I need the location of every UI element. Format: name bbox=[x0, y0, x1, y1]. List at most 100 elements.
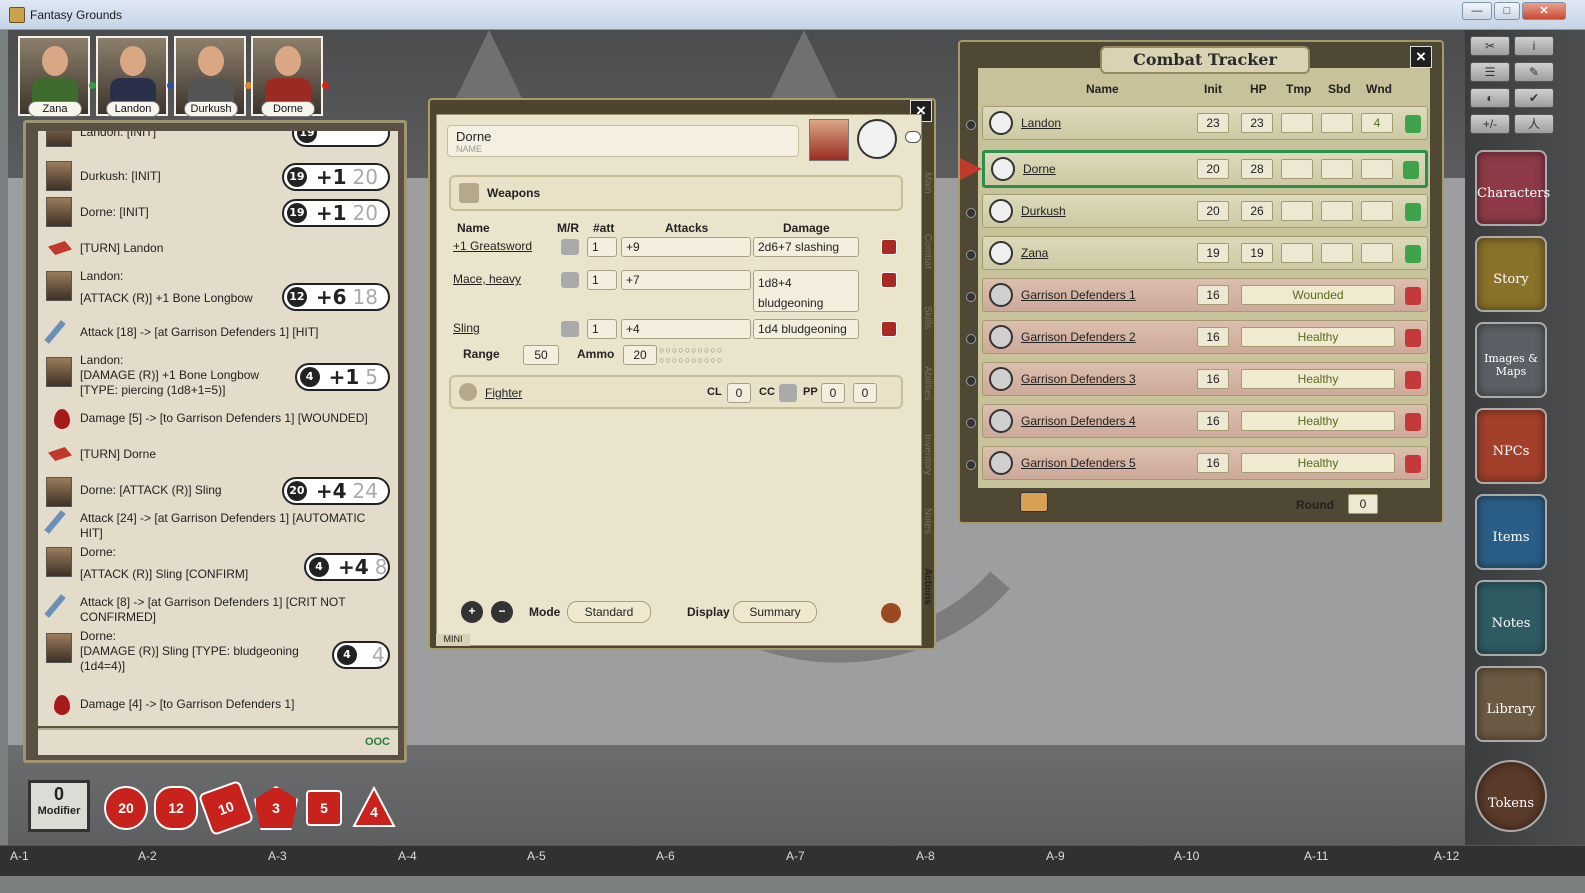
chat-log[interactable]: Landon: [INIT] 19 Durkush: [INIT] 19 +1 20… bbox=[38, 131, 398, 726]
items-button[interactable]: Items bbox=[1475, 494, 1547, 570]
edit-icon[interactable] bbox=[881, 603, 901, 623]
weapon-name[interactable]: Sling bbox=[453, 321, 480, 335]
tokens-button[interactable]: Tokens bbox=[1475, 760, 1547, 832]
ooc-toggle[interactable]: OOC bbox=[365, 736, 390, 748]
wnd-field[interactable] bbox=[1361, 159, 1393, 179]
portrait-zana[interactable]: Zana bbox=[18, 36, 96, 117]
melee-icon[interactable] bbox=[561, 239, 579, 255]
tracker-row-npc[interactable]: Garrison Defenders 2 16 Healthy bbox=[982, 320, 1428, 354]
weapons-section-header[interactable]: Weapons bbox=[449, 175, 903, 211]
tool-button[interactable]: ✎ bbox=[1514, 62, 1554, 82]
sheet-portrait[interactable] bbox=[809, 119, 849, 161]
tool-button[interactable]: ✂ bbox=[1470, 36, 1510, 56]
pp-field[interactable]: 0 bbox=[821, 383, 845, 403]
npcs-button[interactable]: NPCs bbox=[1475, 408, 1547, 484]
character-name-field[interactable]: Dorne NAME bbox=[447, 125, 799, 157]
display-selector[interactable]: Summary bbox=[733, 601, 817, 623]
d4-die-icon[interactable]: 4 bbox=[352, 785, 396, 830]
minimize-button[interactable]: — bbox=[1462, 2, 1492, 20]
attack-bonus-field[interactable]: +7 bbox=[621, 270, 751, 290]
tool-button[interactable]: +/- bbox=[1470, 114, 1510, 134]
tmp-field[interactable] bbox=[1281, 159, 1313, 179]
init-field[interactable]: 23 bbox=[1197, 113, 1229, 133]
modifier-box[interactable]: 0 Modifier bbox=[28, 780, 90, 832]
init-field[interactable]: 16 bbox=[1197, 453, 1229, 473]
images-maps-button[interactable]: Images & Maps bbox=[1475, 322, 1547, 398]
init-field[interactable]: 16 bbox=[1197, 411, 1229, 431]
melee-icon[interactable] bbox=[561, 272, 579, 288]
tracker-row[interactable]: Durkush 20 26 bbox=[982, 194, 1428, 228]
attack-count-field[interactable]: 1 bbox=[587, 270, 617, 290]
characters-button[interactable]: Characters bbox=[1475, 150, 1550, 226]
tracker-row[interactable]: Zana 19 19 bbox=[982, 236, 1428, 270]
wnd-field[interactable] bbox=[1361, 201, 1393, 221]
d6-die-icon[interactable]: 5 bbox=[306, 790, 342, 826]
remove-icon[interactable]: − bbox=[491, 601, 513, 623]
tab-skills[interactable]: Skills bbox=[922, 306, 933, 329]
wnd-field[interactable]: 4 bbox=[1361, 113, 1393, 133]
weapon-name[interactable]: Mace, heavy bbox=[453, 272, 521, 286]
d12-die-icon[interactable]: 12 bbox=[154, 786, 198, 830]
mini-button[interactable]: MINI bbox=[436, 634, 470, 646]
tracker-row-npc[interactable]: Garrison Defenders 4 16 Healthy bbox=[982, 404, 1428, 438]
maximize-button[interactable]: □ bbox=[1494, 2, 1520, 20]
tmp-field[interactable] bbox=[1281, 243, 1313, 263]
sbd-field[interactable] bbox=[1321, 113, 1353, 133]
add-icon[interactable]: + bbox=[461, 601, 483, 623]
tool-button[interactable]: i bbox=[1514, 36, 1554, 56]
tool-button[interactable]: ☰ bbox=[1470, 62, 1510, 82]
tmp-field[interactable] bbox=[1281, 201, 1313, 221]
close-icon[interactable]: × bbox=[1410, 46, 1432, 68]
tool-button[interactable]: ✔ bbox=[1514, 88, 1554, 108]
next-actor-icon[interactable] bbox=[1020, 492, 1048, 512]
tracker-row[interactable]: Landon 23 23 4 bbox=[982, 106, 1428, 140]
d20-die-icon[interactable]: 20 bbox=[104, 786, 148, 830]
tracker-row-npc[interactable]: Garrison Defenders 1 16 Wounded bbox=[982, 278, 1428, 312]
hp-field[interactable]: 26 bbox=[1241, 201, 1273, 221]
ranged-icon[interactable] bbox=[561, 321, 579, 337]
init-field[interactable]: 16 bbox=[1197, 327, 1229, 347]
damage-die-icon[interactable] bbox=[881, 321, 897, 337]
tool-button[interactable]: 人 bbox=[1514, 114, 1554, 134]
tool-button[interactable]: ◐ bbox=[1470, 88, 1510, 108]
attack-bonus-field[interactable]: +9 bbox=[621, 237, 751, 257]
tracker-row-npc[interactable]: Garrison Defenders 5 16 Healthy bbox=[982, 446, 1428, 480]
wnd-field[interactable] bbox=[1361, 243, 1393, 263]
ammo-tracker[interactable]: ○○○○○○○○○○ ○○○○○○○○○○ bbox=[659, 345, 759, 365]
sbd-field[interactable] bbox=[1321, 243, 1353, 263]
damage-field[interactable]: 2d6+7 slashing bbox=[753, 237, 859, 257]
init-field[interactable]: 16 bbox=[1197, 369, 1229, 389]
sbd-field[interactable] bbox=[1321, 159, 1353, 179]
tmp-field[interactable] bbox=[1281, 113, 1313, 133]
pp-max-field[interactable]: 0 bbox=[853, 383, 877, 403]
story-button[interactable]: Story bbox=[1475, 236, 1547, 312]
tab-actions[interactable]: Actions bbox=[922, 568, 933, 605]
tab-main[interactable]: Main bbox=[922, 172, 933, 194]
damage-field[interactable]: 1d4 bludgeoning bbox=[753, 319, 859, 339]
init-field[interactable]: 16 bbox=[1197, 285, 1229, 305]
token-icon[interactable] bbox=[857, 119, 897, 159]
hp-field[interactable]: 19 bbox=[1241, 243, 1273, 263]
hp-field[interactable]: 28 bbox=[1241, 159, 1273, 179]
cl-field[interactable]: 0 bbox=[727, 383, 751, 403]
close-window-button[interactable]: ✕ bbox=[1522, 2, 1566, 20]
chat-input[interactable]: OOC bbox=[38, 728, 398, 755]
tracker-row-active[interactable]: Dorne 20 28 bbox=[982, 150, 1428, 188]
mode-selector[interactable]: Standard bbox=[567, 601, 651, 623]
cc-icon[interactable] bbox=[779, 384, 797, 402]
ammo-field[interactable]: 20 bbox=[623, 345, 657, 365]
init-field[interactable]: 19 bbox=[1197, 243, 1229, 263]
damage-die-icon[interactable] bbox=[881, 239, 897, 255]
attack-count-field[interactable]: 1 bbox=[587, 237, 617, 257]
round-field[interactable]: 0 bbox=[1348, 494, 1378, 514]
weapon-name[interactable]: +1 Greatsword bbox=[453, 239, 532, 253]
portrait-landon[interactable]: Landon bbox=[96, 36, 174, 117]
tab-notes[interactable]: Notes bbox=[922, 508, 933, 534]
library-button[interactable]: Library bbox=[1475, 666, 1547, 742]
init-field[interactable]: 20 bbox=[1197, 159, 1229, 179]
sbd-field[interactable] bbox=[1321, 201, 1353, 221]
attack-count-field[interactable]: 1 bbox=[587, 319, 617, 339]
attack-bonus-field[interactable]: +4 bbox=[621, 319, 751, 339]
portrait-dorne[interactable]: Dorne bbox=[251, 36, 329, 117]
tab-combat[interactable]: Combat bbox=[922, 234, 933, 269]
